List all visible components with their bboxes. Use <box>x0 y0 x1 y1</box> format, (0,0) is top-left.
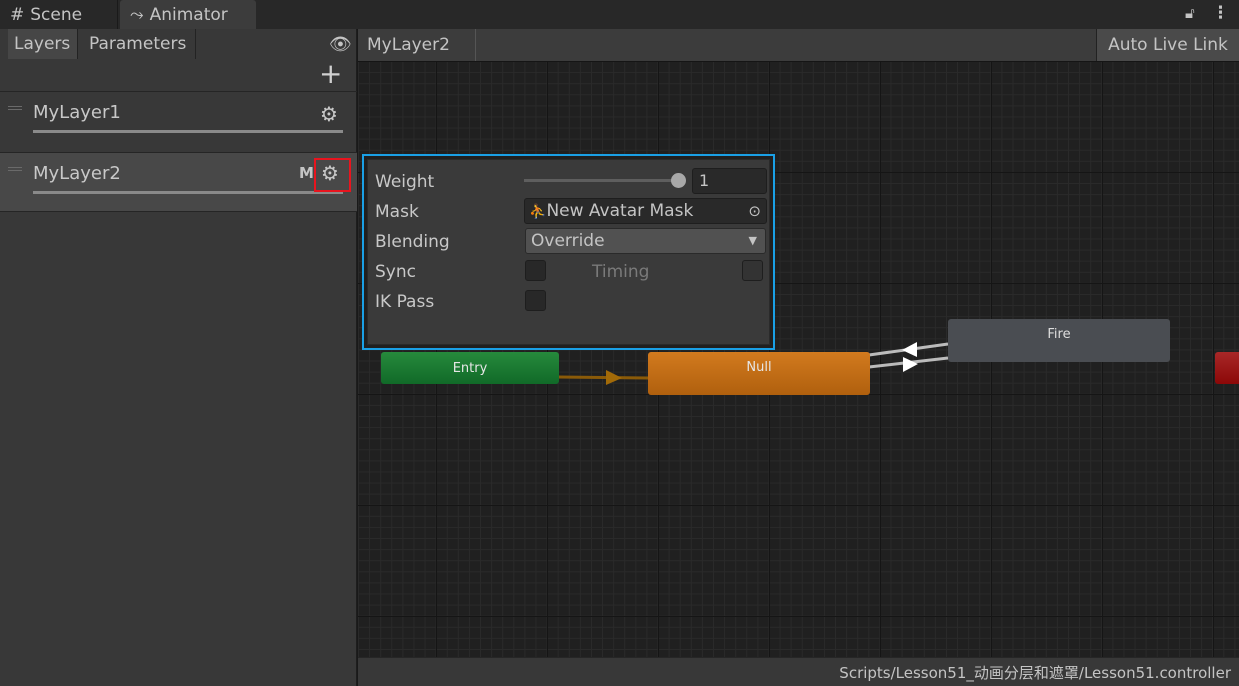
arrow-icon <box>903 357 918 372</box>
state-null[interactable]: Null <box>648 352 870 395</box>
ik-pass-checkbox[interactable] <box>525 290 546 311</box>
mask-label: Mask <box>375 202 419 222</box>
ik-pass-label: IK Pass <box>375 292 435 312</box>
weight-slider[interactable] <box>524 179 679 182</box>
weight-input[interactable]: 1 <box>692 168 767 194</box>
blending-dropdown[interactable]: Override ▼ <box>525 228 766 254</box>
weight-label: Weight <box>375 172 435 192</box>
controller-path: Scripts/Lesson51_动画分层和遮罩/Lesson51.contro… <box>839 663 1231 682</box>
arrow-icon <box>606 370 622 385</box>
status-bar: Scripts/Lesson51_动画分层和遮罩/Lesson51.contro… <box>358 657 1239 686</box>
blending-label: Blending <box>375 232 450 252</box>
timing-label: Timing <box>592 262 650 282</box>
state-entry[interactable]: Entry <box>381 352 559 384</box>
timing-checkbox[interactable] <box>742 260 763 281</box>
avatar-mask-icon: ⛹ <box>529 204 547 220</box>
sync-label: Sync <box>375 262 416 282</box>
mask-field[interactable]: ⛹New Avatar Mask ⊙ <box>524 198 767 224</box>
weight-slider-handle[interactable] <box>671 173 686 188</box>
layer-settings-popup: Weight 1 Mask ⛹New Avatar Mask ⊙ Blending… <box>362 154 775 350</box>
chevron-down-icon: ▼ <box>748 234 757 247</box>
state-fire[interactable]: Fire <box>948 319 1170 362</box>
state-exit[interactable] <box>1215 352 1239 384</box>
sync-checkbox[interactable] <box>525 260 546 281</box>
object-picker-icon[interactable]: ⊙ <box>748 199 761 223</box>
entry-transition[interactable] <box>557 375 651 380</box>
arrow-icon <box>902 342 917 357</box>
blending-value: Override <box>531 231 605 251</box>
mask-value: New Avatar Mask <box>546 201 694 221</box>
